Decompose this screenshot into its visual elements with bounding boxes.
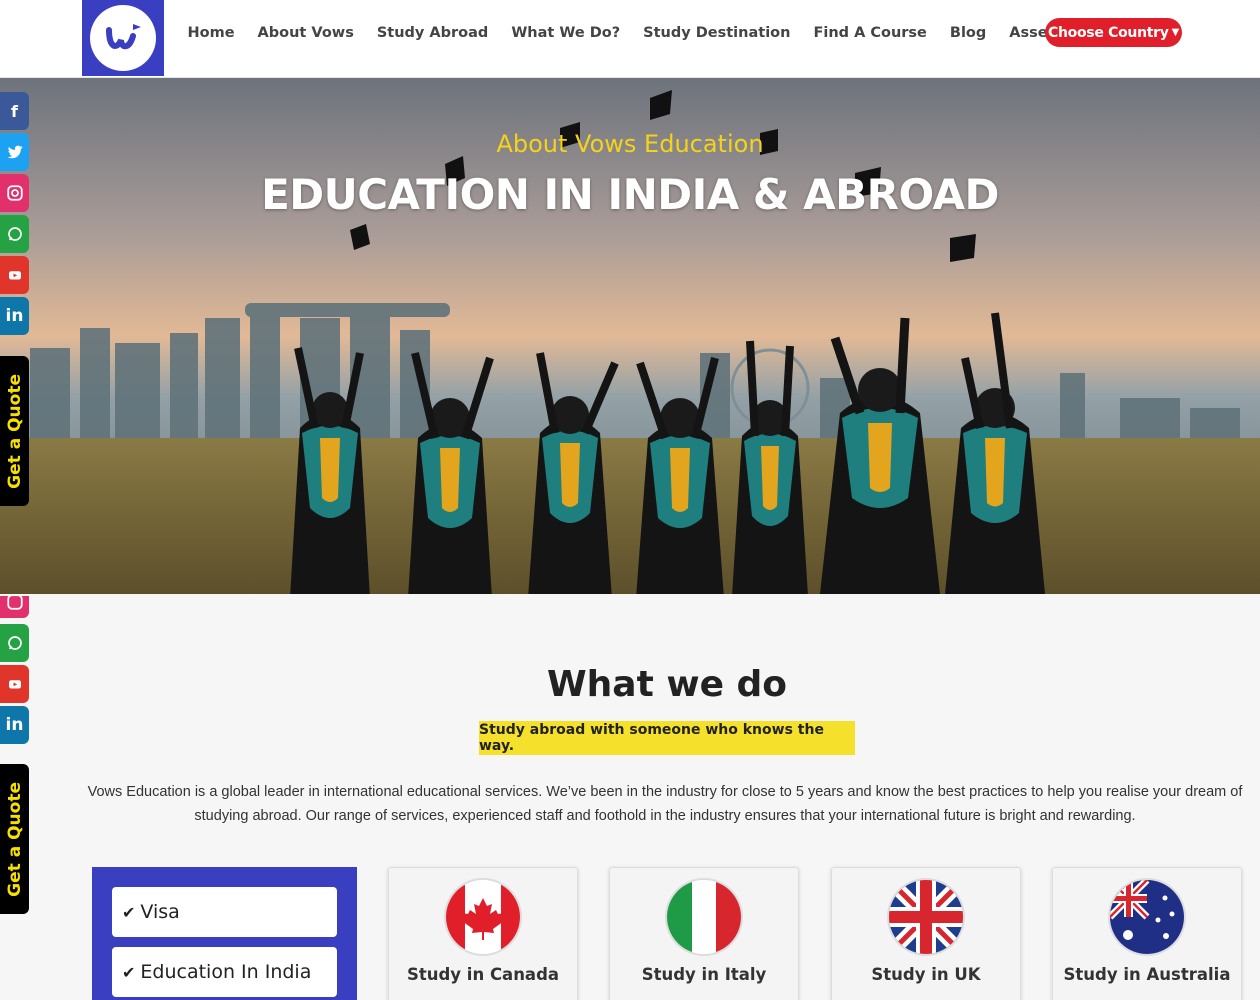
linkedin-icon[interactable]: in: [0, 706, 29, 744]
whatsapp-icon[interactable]: [0, 624, 29, 662]
canada-flag-icon: [446, 880, 520, 954]
get-a-quote-label: Get a Quote: [4, 373, 25, 489]
choose-country-label: Choose Country: [1048, 24, 1169, 41]
nav-home[interactable]: Home: [188, 25, 235, 41]
country-card-australia[interactable]: Study in Australia: [1052, 867, 1242, 1000]
site-header: Home About Vows Study Abroad What We Do?…: [0, 0, 1260, 78]
check-icon: ✔: [122, 902, 136, 922]
facebook-icon[interactable]: f: [0, 92, 29, 130]
section-tagline: Study abroad with someone who knows the …: [479, 721, 855, 755]
chevron-down-icon: ▼: [1171, 27, 1180, 38]
country-label: Study in Australia: [1063, 965, 1231, 984]
country-label: Study in UK: [871, 965, 981, 984]
linkedin-icon[interactable]: in: [0, 297, 29, 335]
get-a-quote-tab[interactable]: Get a Quote: [0, 356, 29, 506]
nav-study-abroad[interactable]: Study Abroad: [377, 25, 488, 41]
country-card-uk[interactable]: Study in UK: [831, 867, 1021, 1000]
vows-logo[interactable]: [82, 0, 164, 76]
service-label: Education In India: [140, 961, 312, 983]
check-icon: ✔: [122, 962, 136, 982]
service-item-visa[interactable]: ✔ Visa: [112, 887, 337, 937]
service-item-education-in-india[interactable]: ✔ Education In India: [112, 947, 337, 997]
hero-title: EDUCATION IN INDIA & ABROAD: [261, 170, 999, 219]
youtube-icon[interactable]: [0, 256, 29, 294]
instagram-icon[interactable]: [0, 594, 29, 618]
twitter-icon[interactable]: [0, 133, 29, 171]
youtube-icon[interactable]: [0, 665, 29, 703]
main-nav: Home About Vows Study Abroad What We Do?…: [176, 0, 1165, 66]
country-label: Study in Canada: [406, 965, 560, 984]
nav-find-a-course[interactable]: Find A Course: [813, 25, 926, 41]
service-label: Visa: [140, 901, 180, 923]
hero-subtitle: About Vows Education: [496, 130, 764, 158]
nav-about-vows[interactable]: About Vows: [258, 25, 354, 41]
get-a-quote-tab[interactable]: Get a Quote: [0, 764, 29, 914]
nav-study-destination[interactable]: Study Destination: [643, 25, 790, 41]
get-a-quote-label: Get a Quote: [4, 781, 25, 897]
whatsapp-icon[interactable]: [0, 215, 29, 253]
instagram-icon[interactable]: [0, 174, 29, 212]
country-card-italy[interactable]: Study in Italy: [609, 867, 799, 1000]
country-card-canada[interactable]: Study in Canada: [388, 867, 578, 1000]
country-label: Study in Italy: [641, 965, 767, 984]
uk-flag-icon: [889, 880, 963, 954]
choose-country-button[interactable]: Choose Country ▼: [1045, 18, 1182, 47]
services-panel: ✔ Visa ✔ Education In India: [92, 867, 357, 1000]
italy-flag-icon: [667, 880, 741, 954]
nav-what-we-do[interactable]: What We Do?: [511, 25, 620, 41]
nav-blog[interactable]: Blog: [950, 25, 986, 41]
section-description: Vows Education is a global leader in int…: [87, 784, 1243, 824]
section-title: What we do: [546, 664, 788, 705]
australia-flag-icon: [1110, 880, 1184, 954]
logo-mark-icon: [90, 5, 156, 71]
